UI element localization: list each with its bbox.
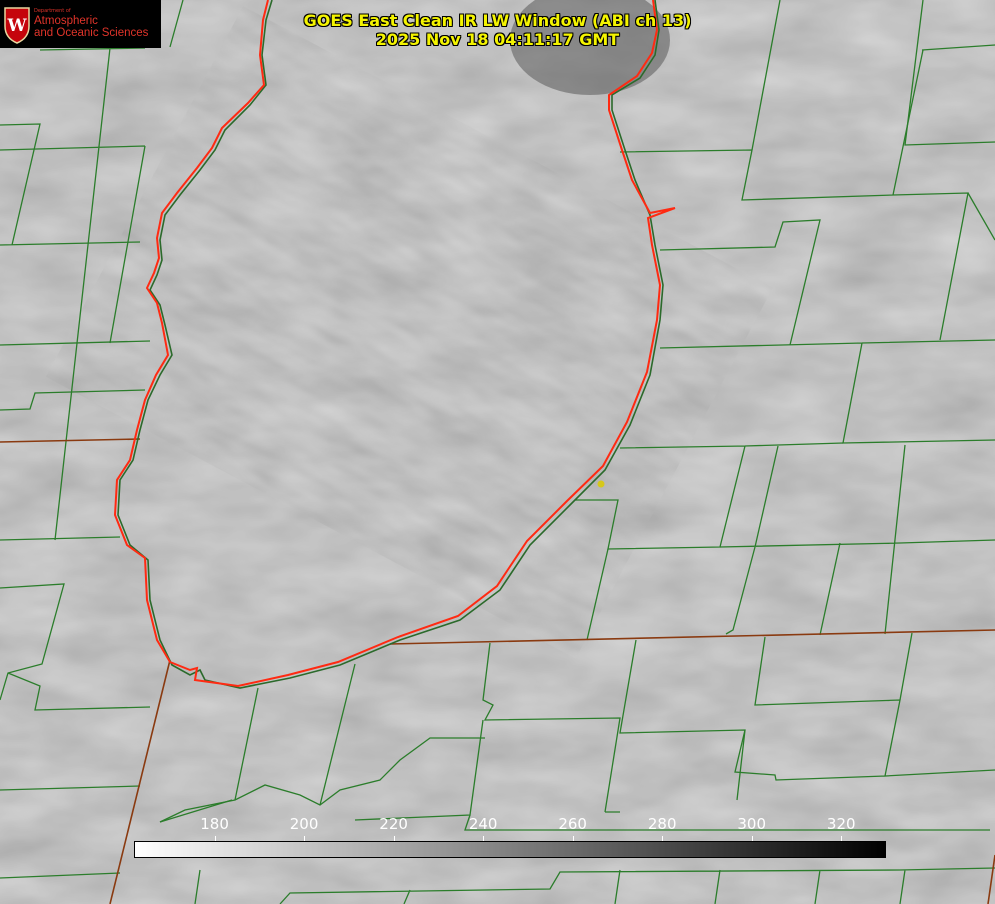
colorbar-tick-mark xyxy=(214,836,216,841)
colorbar-tick-label: 180 xyxy=(200,815,229,833)
colorbar-tick-mark xyxy=(662,836,664,841)
satellite-map xyxy=(0,0,995,904)
colorbar-tick-mark xyxy=(572,836,574,841)
colorbar-tick-mark xyxy=(751,836,753,841)
colorbar-tick-label: 220 xyxy=(379,815,408,833)
station-marker xyxy=(597,480,605,488)
colorbar-tick-label: 280 xyxy=(647,815,677,833)
colorbar xyxy=(134,841,886,858)
colorbar-tick-label: 320 xyxy=(826,815,856,833)
colorbar-tick-mark xyxy=(483,836,485,841)
colorbar-tick-label: 240 xyxy=(468,815,498,833)
colorbar-tick-label: 300 xyxy=(737,815,767,833)
colorbar-tick-label: 260 xyxy=(558,815,587,833)
image-timestamp: 2025 Nov 18 04:11:17 GMT xyxy=(375,30,620,49)
colorbar-tick-mark xyxy=(393,836,395,841)
colorbar-tick-mark xyxy=(304,836,306,841)
colorbar-tick-mark xyxy=(841,836,843,841)
image-title: GOES East Clean IR LW Window (ABI ch 13) xyxy=(303,11,692,30)
colorbar-tick-label: 200 xyxy=(289,815,319,833)
